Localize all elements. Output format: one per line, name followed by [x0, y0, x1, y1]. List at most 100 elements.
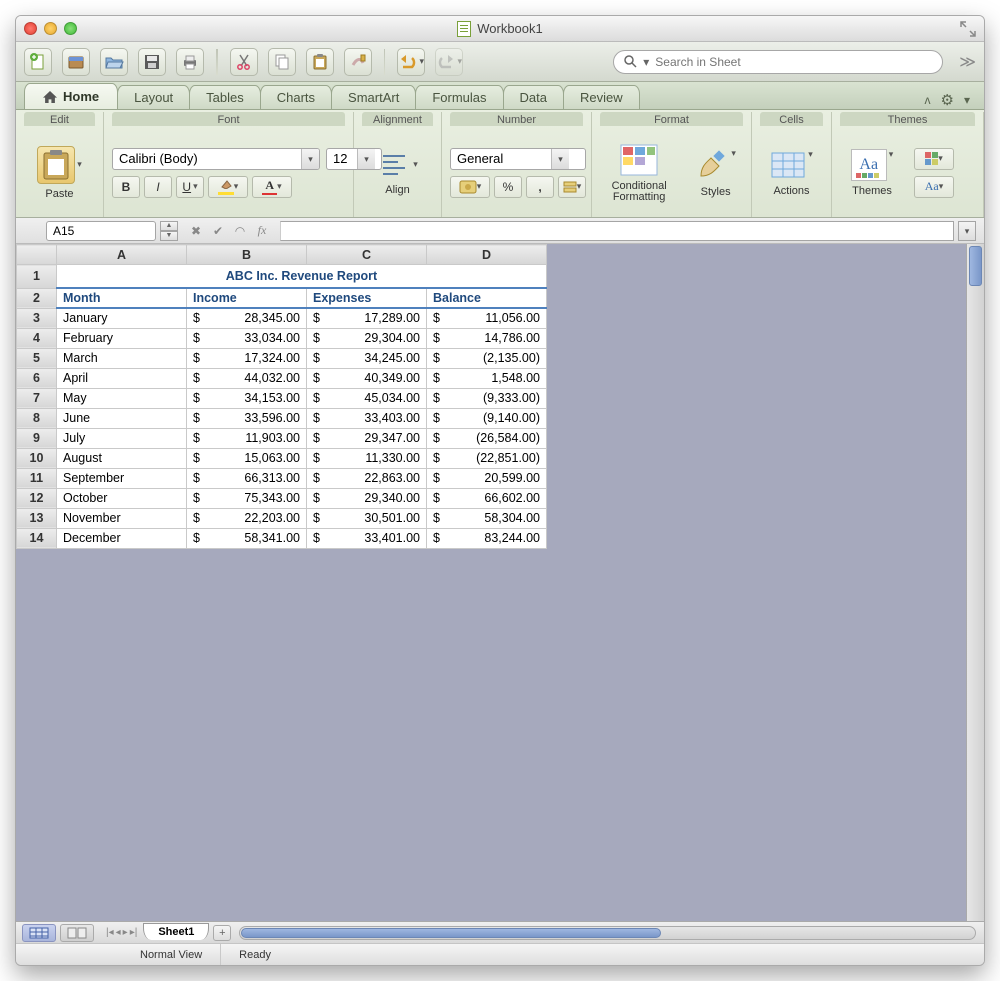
cell-income[interactable]: $58,341.00	[187, 528, 307, 548]
undo-button[interactable]: ▾	[397, 48, 425, 76]
accounting-format-button[interactable]: ▾	[450, 176, 490, 198]
cell-month[interactable]: December	[57, 528, 187, 548]
fx-icon[interactable]: fx	[252, 222, 272, 240]
cell-balance[interactable]: $(2,135.00)	[427, 348, 547, 368]
print-button[interactable]	[176, 48, 204, 76]
toolbox-button[interactable]	[62, 48, 90, 76]
row-header[interactable]: 8	[17, 408, 57, 428]
cancel-formula-button[interactable]: ✖	[186, 222, 206, 240]
tab-charts[interactable]: Charts	[260, 85, 332, 109]
row-header[interactable]: 4	[17, 328, 57, 348]
cell-income[interactable]: $66,313.00	[187, 468, 307, 488]
search-input[interactable]	[655, 55, 932, 69]
font-color-button[interactable]: A▾	[252, 176, 292, 198]
cell-month[interactable]: May	[57, 388, 187, 408]
sheet-nav-prev[interactable]: ◂	[116, 927, 121, 938]
sheet-nav-next[interactable]: ▸	[123, 927, 128, 938]
theme-colors-button[interactable]: ▾	[914, 148, 954, 170]
fullscreen-icon[interactable]	[960, 21, 976, 37]
cell-expenses[interactable]: $29,347.00	[307, 428, 427, 448]
cell-income[interactable]: $75,343.00	[187, 488, 307, 508]
cell-income[interactable]: $11,903.00	[187, 428, 307, 448]
number-format-combo[interactable]: ▾	[450, 148, 586, 170]
row-header[interactable]: 6	[17, 368, 57, 388]
settings-gear-icon[interactable]: ⚙	[941, 91, 954, 109]
window-minimize-button[interactable]	[44, 22, 57, 35]
cell-balance[interactable]: $(9,140.00)	[427, 408, 547, 428]
toolbar-overflow-icon[interactable]: ≫	[959, 52, 976, 72]
cell-month[interactable]: November	[57, 508, 187, 528]
sheet-nav-first[interactable]: |◂	[106, 927, 114, 938]
cut-button[interactable]	[230, 48, 258, 76]
cell-balance[interactable]: $66,602.00	[427, 488, 547, 508]
row-header[interactable]: 12	[17, 488, 57, 508]
cell-expenses[interactable]: $11,330.00	[307, 448, 427, 468]
redo-button[interactable]: ▾	[435, 48, 463, 76]
add-sheet-button[interactable]: +	[213, 925, 231, 941]
row-header[interactable]: 13	[17, 508, 57, 528]
tab-smartart[interactable]: SmartArt	[331, 85, 416, 109]
col-header-B[interactable]: B	[187, 245, 307, 265]
spreadsheet-grid[interactable]: A B C D 1 ABC Inc. Revenue Report 2 Mont…	[16, 244, 547, 549]
themes-button[interactable]: Aa▾ Themes	[840, 149, 904, 197]
formula-input[interactable]	[280, 221, 954, 241]
report-title[interactable]: ABC Inc. Revenue Report	[57, 265, 547, 289]
conditional-formatting-button[interactable]: Conditional Formatting	[600, 143, 678, 203]
cell-income[interactable]: $33,596.00	[187, 408, 307, 428]
styles-button[interactable]: ▾ Styles	[688, 148, 743, 198]
save-button[interactable]	[138, 48, 166, 76]
col-header-A[interactable]: A	[57, 245, 187, 265]
underline-button[interactable]: U▾	[176, 176, 204, 198]
fill-color-button[interactable]: ▾	[208, 176, 248, 198]
col-balance-header[interactable]: Balance	[427, 288, 547, 308]
cell-income[interactable]: $34,153.00	[187, 388, 307, 408]
page-layout-view-button[interactable]	[60, 924, 94, 942]
cell-balance[interactable]: $20,599.00	[427, 468, 547, 488]
row-header[interactable]: 2	[17, 288, 57, 308]
cell-month[interactable]: July	[57, 428, 187, 448]
comma-style-button[interactable]: ,	[526, 176, 554, 198]
cell-balance[interactable]: $58,304.00	[427, 508, 547, 528]
cell-expenses[interactable]: $17,289.00	[307, 308, 427, 328]
cell-balance[interactable]: $14,786.00	[427, 328, 547, 348]
cell-month[interactable]: February	[57, 328, 187, 348]
select-all-corner[interactable]	[17, 245, 57, 265]
cell-income[interactable]: $28,345.00	[187, 308, 307, 328]
cell-actions-button[interactable]: ▾ Actions	[760, 149, 823, 197]
tab-tables[interactable]: Tables	[189, 85, 261, 109]
cell-income[interactable]: $22,203.00	[187, 508, 307, 528]
tab-home[interactable]: Home	[24, 83, 118, 109]
paste-big-button[interactable]: ▾ Paste	[24, 146, 95, 200]
col-expenses-header[interactable]: Expenses	[307, 288, 427, 308]
open-button[interactable]	[100, 48, 128, 76]
cell-expenses[interactable]: $33,401.00	[307, 528, 427, 548]
cell-month[interactable]: June	[57, 408, 187, 428]
cell-balance[interactable]: $1,548.00	[427, 368, 547, 388]
bold-button[interactable]: B	[112, 176, 140, 198]
cell-balance[interactable]: $11,056.00	[427, 308, 547, 328]
tab-layout[interactable]: Layout	[117, 85, 190, 109]
col-header-C[interactable]: C	[307, 245, 427, 265]
cell-income[interactable]: $17,324.00	[187, 348, 307, 368]
theme-fonts-button[interactable]: Aa▾	[914, 176, 954, 198]
search-box[interactable]: ▾	[613, 50, 943, 74]
tab-review[interactable]: Review	[563, 85, 640, 109]
paste-button[interactable]	[306, 48, 334, 76]
name-box[interactable]: A15	[46, 221, 156, 241]
row-header[interactable]: 14	[17, 528, 57, 548]
cell-expenses[interactable]: $29,304.00	[307, 328, 427, 348]
number-dialog-button[interactable]: ▾	[558, 176, 586, 198]
cell-expenses[interactable]: $22,863.00	[307, 468, 427, 488]
new-workbook-button[interactable]	[24, 48, 52, 76]
formula-builder-button[interactable]: ◠	[230, 222, 250, 240]
cell-month[interactable]: October	[57, 488, 187, 508]
row-header[interactable]: 3	[17, 308, 57, 328]
align-button[interactable]: ▾ Align	[362, 150, 433, 196]
col-month-header[interactable]: Month	[57, 288, 187, 308]
font-name-combo[interactable]: ▾	[112, 148, 320, 170]
tab-formulas[interactable]: Formulas	[415, 85, 503, 109]
cell-month[interactable]: September	[57, 468, 187, 488]
cell-income[interactable]: $15,063.00	[187, 448, 307, 468]
cell-expenses[interactable]: $34,245.00	[307, 348, 427, 368]
cell-income[interactable]: $33,034.00	[187, 328, 307, 348]
